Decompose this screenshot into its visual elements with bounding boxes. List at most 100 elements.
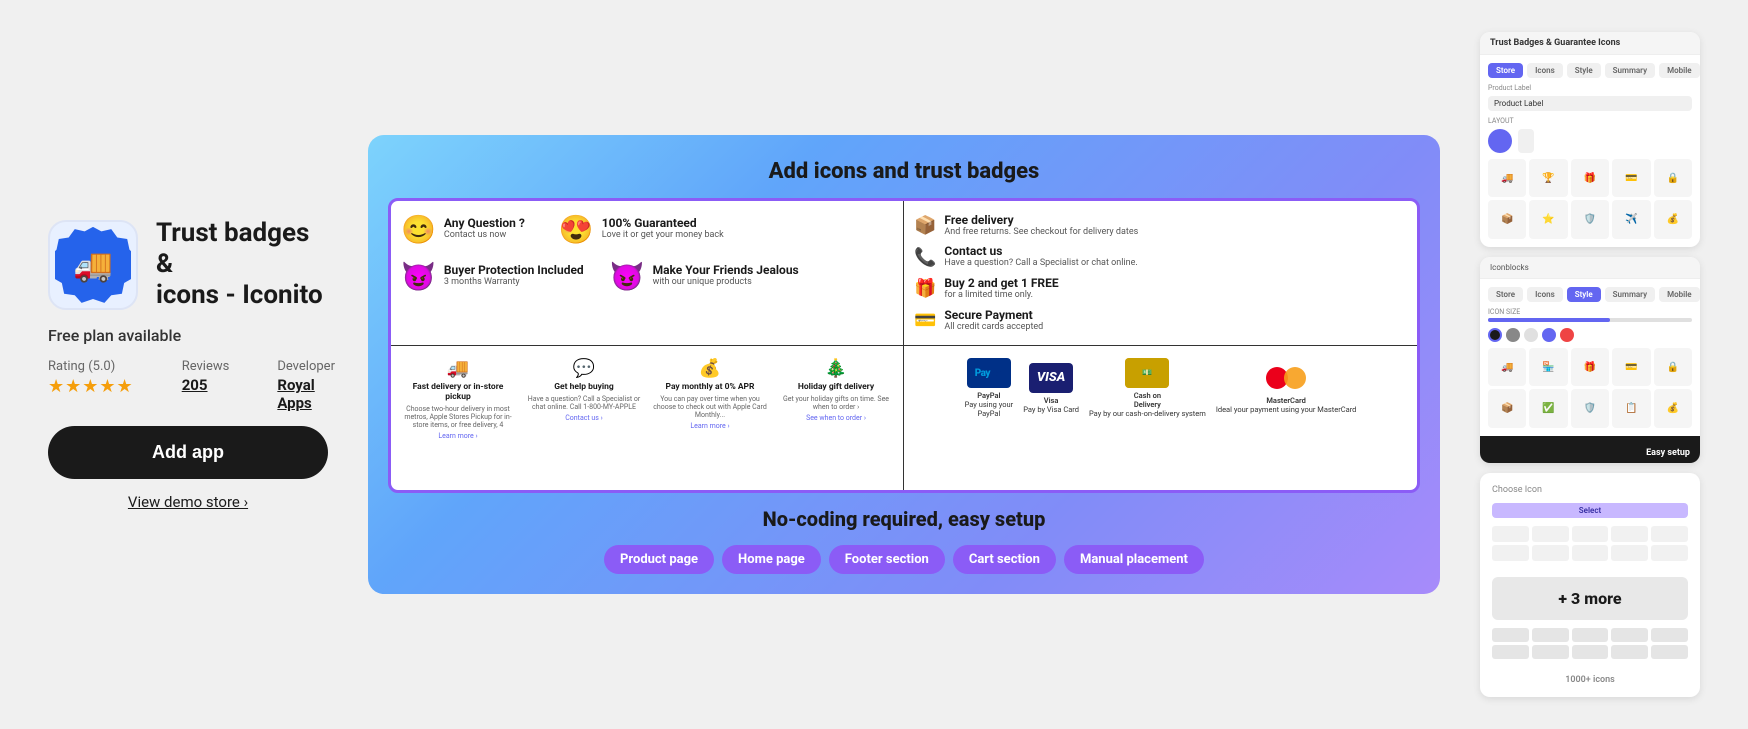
tab2-style[interactable]: Style — [1567, 287, 1601, 302]
developer-label: Developer — [277, 359, 335, 374]
tab-mobile[interactable]: Mobile — [1659, 63, 1700, 78]
icons-count: 1000+ icons — [1492, 675, 1688, 685]
right-badge-3-info: Buy 2 and get 1 FREE for a limited time … — [944, 276, 1058, 302]
color-black[interactable] — [1488, 328, 1502, 342]
developer-item: Developer Royal Apps — [277, 359, 335, 412]
badge-2-title: 100% Guaranteed — [602, 216, 724, 230]
bg-icon-4 — [1611, 526, 1648, 542]
badge-4-info: Make Your Friends Jealous with our uniqu… — [653, 263, 799, 289]
icon-size-slider[interactable] — [1488, 318, 1692, 322]
bg-icon-2 — [1532, 526, 1569, 542]
color-gray[interactable] — [1506, 328, 1520, 342]
badge-2-icon: 😍 — [559, 213, 594, 246]
badge-3-icon: 😈 — [401, 260, 436, 293]
add-app-button[interactable]: Add app — [48, 426, 328, 479]
select-btn[interactable]: Select — [1492, 503, 1688, 518]
color-red[interactable] — [1560, 328, 1574, 342]
preview2-icon-10: 💰 — [1654, 389, 1692, 427]
demo-link[interactable]: View demo store › — [48, 493, 328, 511]
delivery-title-1: Fast delivery or in-store pickup — [401, 382, 515, 402]
rating-label: Rating (5.0) — [48, 359, 134, 374]
see-when-link[interactable]: See when to order › — [806, 414, 866, 422]
center-title: Add icons and trust badges — [388, 159, 1420, 184]
mastercard-logo — [1264, 363, 1308, 393]
badge-1-title: Any Question ? — [444, 216, 525, 230]
right-badge-4-info: Secure Payment All credit cards accepted — [944, 308, 1043, 334]
payment-methods: PayPal PayPalPay using yourPayPal VISA V… — [914, 358, 1407, 418]
delivery-desc-1: Choose two-hour delivery in most metros,… — [401, 405, 515, 429]
color-light[interactable] — [1524, 328, 1538, 342]
delivery-badge-1: 🚚 Fast delivery or in-store pickup Choos… — [401, 358, 515, 440]
layout-rect[interactable] — [1518, 129, 1534, 153]
tab-summary[interactable]: Summary — [1605, 63, 1655, 78]
right-panel: Trust Badges & Guarantee Icons Store Ico… — [1480, 32, 1700, 697]
developer-name[interactable]: Royal Apps — [277, 376, 335, 412]
contact-us-link[interactable]: Contact us › — [565, 414, 603, 422]
badge-3-title: Buyer Protection Included — [444, 263, 584, 277]
badge-2-desc: Love it or get your money back — [602, 230, 724, 242]
tab2-icons[interactable]: Icons — [1527, 287, 1563, 302]
right-badges-list: 📦 Free delivery And free returns. See ch… — [914, 213, 1407, 334]
delivery-title-3: Pay monthly at 0% APR — [666, 382, 755, 392]
tab-style[interactable]: Style — [1567, 63, 1601, 78]
preview-icon-10: 💰 — [1654, 200, 1692, 238]
bg-icon-6 — [1492, 545, 1529, 561]
delivery-badge-4: 🎄 Holiday gift delivery Get your holiday… — [779, 358, 893, 440]
bg-icon-19 — [1611, 645, 1648, 659]
color-purple[interactable] — [1542, 328, 1556, 342]
learn-more-1[interactable]: Learn more › — [438, 432, 477, 440]
bg-icon-8 — [1572, 545, 1609, 561]
preview2-icon-6: 📦 — [1488, 389, 1526, 427]
bg-icon-20 — [1651, 645, 1688, 659]
product-label: Product Label — [1488, 84, 1692, 92]
delivery-badge-3: 💰 Pay monthly at 0% APR You can pay over… — [653, 358, 767, 440]
preview2-icon-1: 🚚 — [1488, 348, 1526, 386]
preview-card-2-subtitle: Iconblocks — [1490, 263, 1529, 272]
pill-product-page[interactable]: Product page — [604, 545, 714, 574]
tab-icons[interactable]: Icons — [1527, 63, 1563, 78]
badge-1-info: Any Question ? Contact us now — [444, 216, 525, 242]
right-badge-2-icon: 📞 — [914, 247, 936, 268]
preview-icon-grid-2: 🚚 🏪 🎁 💳 🔒 📦 ✅ 🛡️ 📋 💰 — [1488, 348, 1692, 428]
center-panel: Add icons and trust badges 😊 Any Questio… — [368, 135, 1440, 595]
product-label-input[interactable]: Product Label — [1488, 96, 1692, 111]
right-badge-4: 💳 Secure Payment All credit cards accept… — [914, 308, 1407, 334]
bottom-left-delivery-icons: 🚚 Fast delivery or in-store pickup Choos… — [401, 358, 893, 440]
pill-footer-section[interactable]: Footer section — [829, 545, 945, 574]
paypal-payment: PayPal PayPalPay using yourPayPal — [965, 358, 1014, 418]
right-badge-2-desc: Have a question? Call a Specialist or ch… — [944, 258, 1137, 270]
tab-store[interactable]: Store — [1488, 63, 1523, 78]
pill-manual-placement[interactable]: Manual placement — [1064, 545, 1204, 574]
badge-1-desc: Contact us now — [444, 230, 525, 242]
pill-cart-section[interactable]: Cart section — [953, 545, 1056, 574]
easy-setup-text: Easy setup — [1646, 448, 1690, 458]
left-panel: 🚚 Trust badges & icons - Iconito Free pl… — [48, 218, 328, 511]
right-badge-2: 📞 Contact us Have a question? Call a Spe… — [914, 244, 1407, 270]
right-badge-4-icon: 💳 — [914, 310, 936, 331]
preview-card-1-body: Store Icons Style Summary Mobile Product… — [1480, 55, 1700, 247]
top-left-icons: 😊 Any Question ? Contact us now 😍 100% G… — [401, 213, 893, 246]
right-badge-3-title: Buy 2 and get 1 FREE — [944, 276, 1058, 290]
bg-icon-11 — [1492, 628, 1529, 642]
easy-setup-bar: Easy setup — [1480, 436, 1700, 463]
icon-size-label: ICON SIZE — [1488, 308, 1692, 316]
delivery-icon-3: 💰 — [699, 358, 721, 379]
right-badge-1-icon: 📦 — [914, 215, 936, 236]
reviews-count[interactable]: 205 — [182, 376, 230, 394]
preview-icon-2: 🏆 — [1529, 159, 1567, 197]
tab2-store[interactable]: Store — [1488, 287, 1523, 302]
preview-icon-4: 💳 — [1612, 159, 1650, 197]
more-card: Choose Icon Select + 3 more — [1480, 473, 1700, 697]
bg-icon-14 — [1611, 628, 1648, 642]
preview-card-1: Trust Badges & Guarantee Icons Store Ico… — [1480, 32, 1700, 247]
grid-cell-bottom-left: 🚚 Fast delivery or in-store pickup Choos… — [391, 345, 904, 490]
tab2-mobile[interactable]: Mobile — [1659, 287, 1700, 302]
paypal-name: PayPalPay using yourPayPal — [965, 391, 1014, 418]
learn-more-2[interactable]: Learn more › — [690, 422, 729, 430]
right-badge-1-info: Free delivery And free returns. See chec… — [944, 213, 1138, 239]
pill-home-page[interactable]: Home page — [722, 545, 821, 574]
delivery-icon-1: 🚚 — [447, 358, 469, 379]
layout-circle[interactable] — [1488, 129, 1512, 153]
bg-icon-13 — [1572, 628, 1609, 642]
tab2-summary[interactable]: Summary — [1605, 287, 1655, 302]
